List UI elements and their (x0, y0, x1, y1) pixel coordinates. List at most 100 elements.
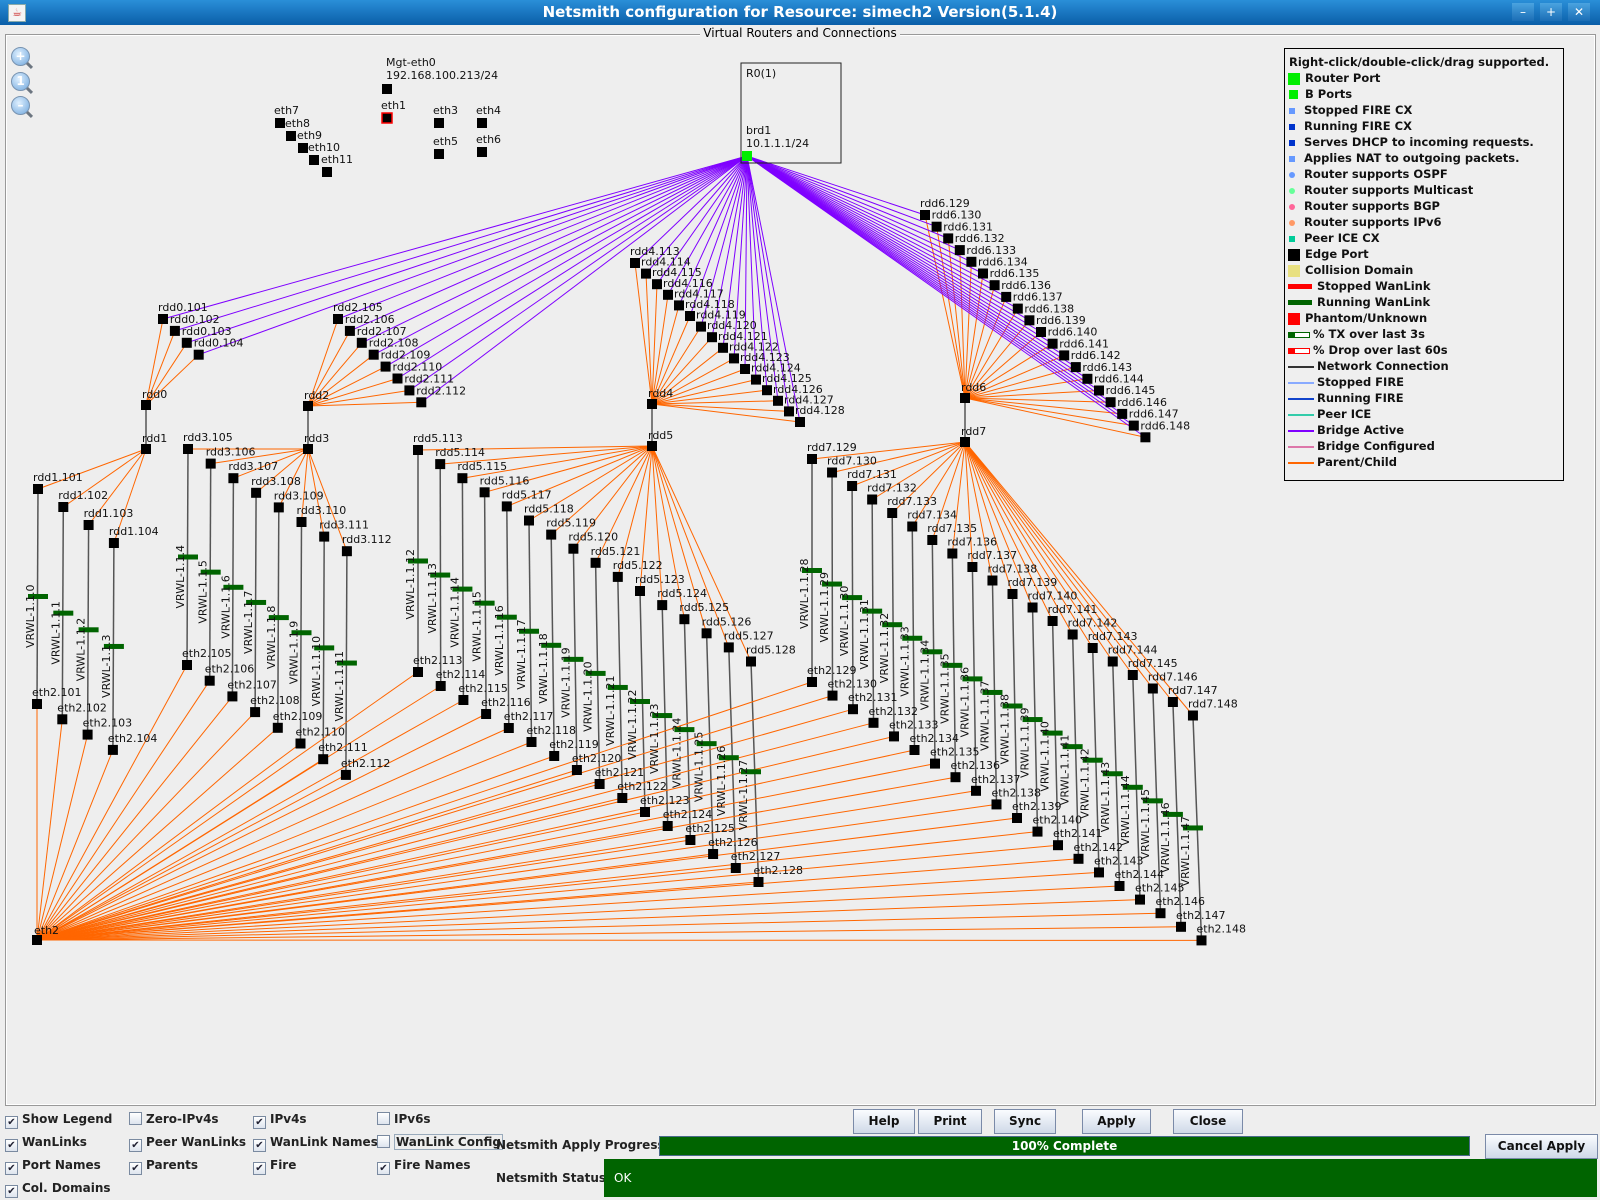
wan-port[interactable] (341, 546, 352, 557)
bridge-port[interactable] (773, 395, 783, 406)
bridge-port[interactable] (641, 268, 651, 279)
eth-port[interactable] (848, 704, 858, 715)
checkbox-fire-names[interactable]: ✔ Fire Names (377, 1158, 470, 1175)
eth-port[interactable] (182, 660, 192, 670)
eth-port[interactable] (272, 722, 283, 733)
loose-port-eth1[interactable] (381, 112, 393, 124)
checkbox-checked-icon[interactable]: ✔ (253, 1162, 266, 1175)
bridge-port[interactable] (707, 332, 717, 343)
eth-port[interactable] (32, 699, 42, 709)
loose-port-eth4[interactable] (477, 118, 487, 128)
bridge-port[interactable] (368, 349, 379, 360)
bridge-port[interactable] (978, 268, 988, 279)
eth-port[interactable] (1032, 826, 1043, 837)
bridge-port[interactable] (1024, 315, 1035, 326)
bridge-port[interactable] (718, 342, 728, 353)
wan-port[interactable] (635, 586, 645, 596)
wan-port[interactable] (524, 515, 534, 526)
bridge-port[interactable] (169, 325, 180, 336)
bridge-port[interactable] (762, 385, 772, 396)
eth-port[interactable] (1094, 867, 1104, 878)
wan-port[interactable] (1187, 710, 1198, 721)
bridge-port[interactable] (954, 245, 965, 256)
eth-port[interactable] (1012, 813, 1022, 823)
checkbox-parents[interactable]: ✔ Parents (129, 1158, 198, 1175)
bridge-port[interactable] (1047, 338, 1058, 349)
eth-port[interactable] (1135, 894, 1145, 905)
eth-port[interactable] (549, 751, 560, 761)
wan-port[interactable] (273, 502, 284, 513)
eth-port[interactable] (481, 709, 492, 719)
eth-port[interactable] (640, 807, 650, 817)
bridge-port[interactable] (1140, 432, 1151, 443)
checkbox-checked-icon[interactable]: ✔ (129, 1162, 142, 1175)
mgmt-port[interactable] (382, 84, 392, 94)
checkbox-peer-wanlinks[interactable]: ✔ Peer WanLinks (129, 1135, 246, 1152)
checkbox-unchecked-icon[interactable] (377, 1135, 390, 1148)
wan-port[interactable] (927, 535, 938, 545)
eth-port[interactable] (57, 714, 68, 725)
wan-port[interactable] (568, 543, 579, 554)
checkbox-checked-icon[interactable]: ✔ (5, 1139, 18, 1152)
eth-port[interactable] (227, 691, 238, 702)
bridge-port[interactable] (685, 311, 695, 321)
eth-port[interactable] (950, 772, 961, 783)
checkbox-checked-icon[interactable]: ✔ (5, 1116, 18, 1129)
bridge-port[interactable] (652, 279, 662, 290)
wan-port[interactable] (1167, 697, 1178, 707)
wan-port[interactable] (1107, 656, 1118, 667)
bridge-port[interactable] (1128, 420, 1139, 431)
eth-port[interactable] (730, 863, 741, 873)
checkbox-ipv4s[interactable]: ✔ IPv4s (253, 1112, 307, 1129)
eth-port[interactable] (1114, 881, 1125, 891)
eth-port[interactable] (909, 745, 920, 755)
wan-port[interactable] (457, 473, 468, 484)
help-button[interactable]: Help (853, 1109, 915, 1134)
wan-port[interactable] (546, 529, 557, 540)
bridge-port[interactable] (392, 373, 403, 384)
bridge-port[interactable] (1070, 362, 1081, 373)
wan-port[interactable] (319, 531, 330, 542)
checkbox-wanlink-names[interactable]: ✔ WanLink Names (253, 1135, 378, 1152)
checkbox-checked-icon[interactable]: ✔ (5, 1185, 18, 1198)
eth-port[interactable] (526, 737, 537, 747)
wan-port[interactable] (1087, 643, 1098, 653)
bridge-port[interactable] (1059, 350, 1070, 361)
eth-port[interactable] (571, 765, 582, 775)
checkbox-show-legend[interactable]: ✔ Show Legend (5, 1112, 112, 1129)
bridge-port[interactable] (1094, 385, 1104, 396)
bridge-port[interactable] (729, 353, 739, 364)
eth-port[interactable] (107, 744, 118, 755)
checkbox-checked-icon[interactable]: ✔ (253, 1116, 266, 1129)
bridge-port[interactable] (795, 417, 805, 427)
eth-port[interactable] (708, 849, 719, 859)
wan-port[interactable] (1147, 683, 1158, 694)
bridge-port[interactable] (931, 221, 942, 232)
cancel-apply-button[interactable]: Cancel Apply (1485, 1134, 1598, 1159)
checkbox-checked-icon[interactable]: ✔ (253, 1139, 266, 1152)
loose-port-eth10[interactable] (309, 155, 319, 165)
bridge-port[interactable] (344, 325, 355, 336)
bridge-port[interactable] (663, 289, 673, 300)
wan-port[interactable] (413, 445, 423, 455)
eth-port[interactable] (503, 723, 514, 733)
router-rdd6[interactable] (960, 393, 970, 403)
bridge-port[interactable] (751, 374, 761, 385)
loose-port-eth5[interactable] (434, 149, 444, 159)
checkbox-port-names[interactable]: ✔ Port Names (5, 1158, 101, 1175)
eth-port[interactable] (807, 677, 817, 687)
checkbox-col-domains[interactable]: ✔ Col. Domains (5, 1181, 111, 1198)
eth-port[interactable] (1053, 840, 1063, 851)
eth-port[interactable] (889, 731, 899, 742)
eth-port[interactable] (413, 667, 423, 677)
wan-port[interactable] (907, 521, 918, 532)
checkbox-checked-icon[interactable]: ✔ (5, 1162, 18, 1175)
loose-port-eth7[interactable] (275, 118, 285, 128)
wan-port[interactable] (228, 473, 239, 484)
bridge-port[interactable] (1117, 408, 1128, 419)
wan-port[interactable] (83, 520, 94, 530)
wan-port[interactable] (679, 614, 690, 625)
router-rdd1[interactable] (141, 444, 151, 454)
wan-port[interactable] (847, 481, 858, 491)
loose-port-eth6[interactable] (477, 147, 487, 157)
